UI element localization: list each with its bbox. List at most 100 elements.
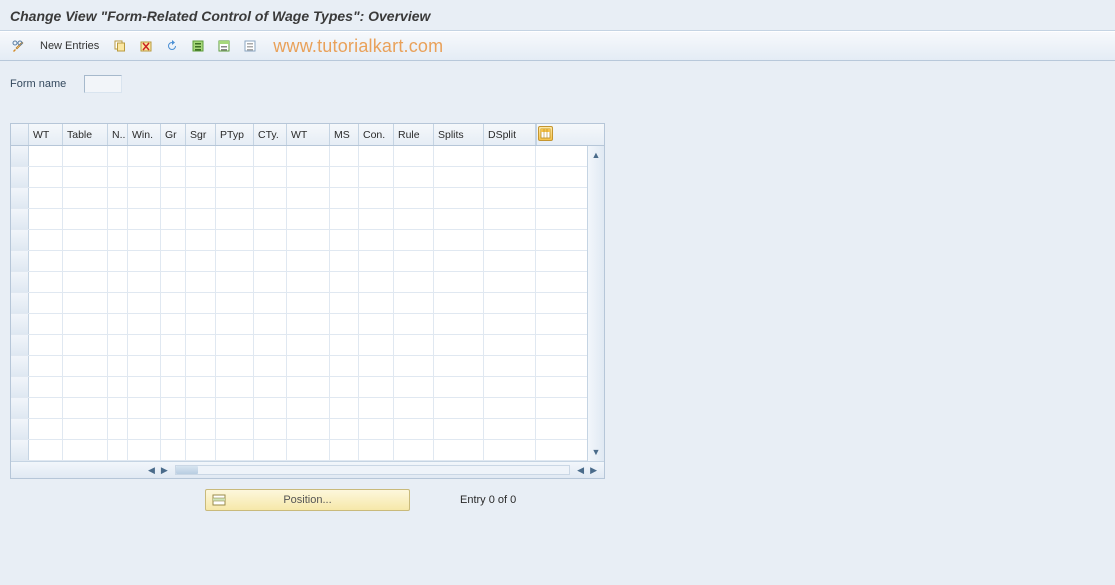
table-cell[interactable] xyxy=(108,356,128,376)
table-row[interactable] xyxy=(11,314,587,335)
table-cell[interactable] xyxy=(186,167,216,187)
select-block-button[interactable] xyxy=(213,36,235,56)
table-cell[interactable] xyxy=(128,188,161,208)
table-cell[interactable] xyxy=(108,209,128,229)
table-cell[interactable] xyxy=(484,251,536,271)
table-cell[interactable] xyxy=(484,293,536,313)
table-cell[interactable] xyxy=(128,377,161,397)
table-cell[interactable] xyxy=(63,251,108,271)
table-cell[interactable] xyxy=(128,209,161,229)
table-cell[interactable] xyxy=(484,167,536,187)
table-cell[interactable] xyxy=(330,146,359,166)
table-cell[interactable] xyxy=(434,440,484,460)
table-cell[interactable] xyxy=(63,188,108,208)
table-cell[interactable] xyxy=(63,293,108,313)
table-cell[interactable] xyxy=(186,209,216,229)
table-cell[interactable] xyxy=(161,314,186,334)
table-cell[interactable] xyxy=(254,335,287,355)
table-cell[interactable] xyxy=(254,398,287,418)
table-cell[interactable] xyxy=(394,419,434,439)
table-cell[interactable] xyxy=(330,272,359,292)
table-cell[interactable] xyxy=(128,314,161,334)
table-cell[interactable] xyxy=(434,398,484,418)
table-cell[interactable] xyxy=(254,146,287,166)
table-cell[interactable] xyxy=(186,356,216,376)
table-cell[interactable] xyxy=(330,356,359,376)
table-cell[interactable] xyxy=(484,440,536,460)
table-cell[interactable] xyxy=(287,335,330,355)
table-cell[interactable] xyxy=(128,146,161,166)
col-header[interactable]: Rule xyxy=(394,124,434,145)
col-header[interactable]: WT xyxy=(287,124,330,145)
table-cell[interactable] xyxy=(394,251,434,271)
table-cell[interactable] xyxy=(359,377,394,397)
scroll-up-icon[interactable]: ▲ xyxy=(592,148,601,162)
col-header[interactable]: PTyp xyxy=(216,124,254,145)
table-cell[interactable] xyxy=(216,335,254,355)
col-header[interactable]: MS xyxy=(330,124,359,145)
table-cell[interactable] xyxy=(434,419,484,439)
table-row[interactable] xyxy=(11,188,587,209)
select-all-button[interactable] xyxy=(187,36,209,56)
table-cell[interactable] xyxy=(359,293,394,313)
table-cell[interactable] xyxy=(287,272,330,292)
table-cell[interactable] xyxy=(394,440,434,460)
table-cell[interactable] xyxy=(434,251,484,271)
table-cell[interactable] xyxy=(254,230,287,250)
table-cell[interactable] xyxy=(330,377,359,397)
table-cell[interactable] xyxy=(186,251,216,271)
table-cell[interactable] xyxy=(29,188,63,208)
table-cell[interactable] xyxy=(128,251,161,271)
table-cell[interactable] xyxy=(128,356,161,376)
table-cell[interactable] xyxy=(63,440,108,460)
table-cell[interactable] xyxy=(128,167,161,187)
table-cell[interactable] xyxy=(394,272,434,292)
table-cell[interactable] xyxy=(330,167,359,187)
table-row[interactable] xyxy=(11,251,587,272)
table-cell[interactable] xyxy=(254,272,287,292)
table-cell[interactable] xyxy=(108,398,128,418)
table-cell[interactable] xyxy=(63,272,108,292)
table-cell[interactable] xyxy=(29,419,63,439)
table-cell[interactable] xyxy=(484,188,536,208)
table-cell[interactable] xyxy=(108,314,128,334)
table-cell[interactable] xyxy=(394,146,434,166)
table-cell[interactable] xyxy=(29,335,63,355)
table-cell[interactable] xyxy=(161,230,186,250)
table-cell[interactable] xyxy=(394,314,434,334)
table-row[interactable] xyxy=(11,209,587,230)
col-header[interactable]: Sgr xyxy=(186,124,216,145)
table-cell[interactable] xyxy=(287,440,330,460)
table-cell[interactable] xyxy=(63,209,108,229)
table-cell[interactable] xyxy=(359,146,394,166)
table-cell[interactable] xyxy=(161,440,186,460)
table-cell[interactable] xyxy=(128,272,161,292)
toggle-display-change-button[interactable] xyxy=(8,36,30,56)
table-cell[interactable] xyxy=(254,209,287,229)
table-cell[interactable] xyxy=(161,146,186,166)
table-cell[interactable] xyxy=(63,146,108,166)
table-cell[interactable] xyxy=(29,251,63,271)
table-cell[interactable] xyxy=(128,230,161,250)
table-cell[interactable] xyxy=(63,230,108,250)
table-cell[interactable] xyxy=(29,209,63,229)
table-cell[interactable] xyxy=(216,356,254,376)
hscroll-thumb[interactable] xyxy=(176,466,198,474)
table-cell[interactable] xyxy=(484,146,536,166)
table-row[interactable] xyxy=(11,272,587,293)
table-cell[interactable] xyxy=(287,167,330,187)
vertical-scrollbar[interactable]: ▲ ▼ xyxy=(587,146,604,461)
form-name-input[interactable] xyxy=(84,75,122,93)
table-cell[interactable] xyxy=(108,293,128,313)
table-cell[interactable] xyxy=(434,272,484,292)
table-cell[interactable] xyxy=(359,209,394,229)
table-cell[interactable] xyxy=(216,251,254,271)
scroll-left-end-icon[interactable]: ◀ xyxy=(574,465,587,476)
table-cell[interactable] xyxy=(186,146,216,166)
table-cell[interactable] xyxy=(186,440,216,460)
table-cell[interactable] xyxy=(330,314,359,334)
table-cell[interactable] xyxy=(216,398,254,418)
table-cell[interactable] xyxy=(63,356,108,376)
table-cell[interactable] xyxy=(484,314,536,334)
table-cell[interactable] xyxy=(254,356,287,376)
